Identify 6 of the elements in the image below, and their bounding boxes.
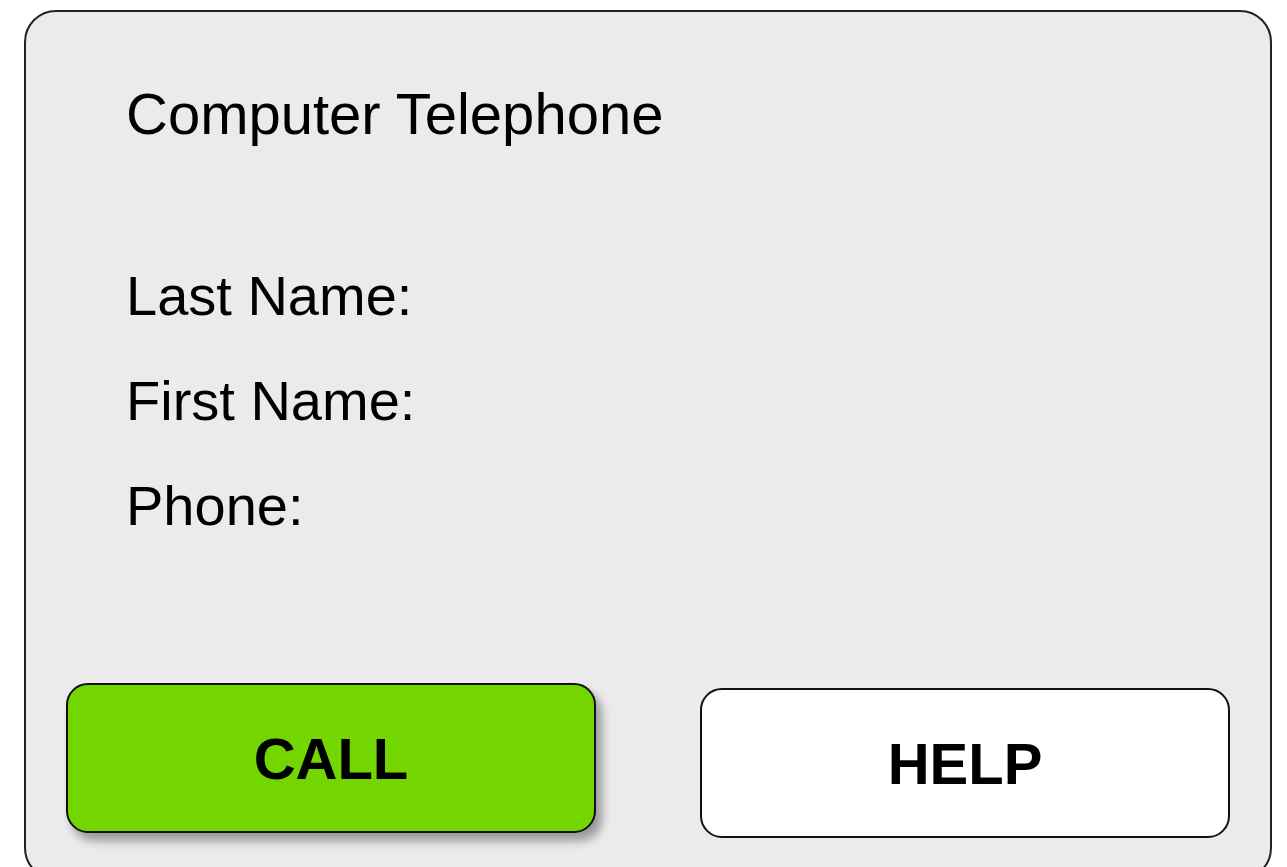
- field-label: Last Name:: [126, 262, 413, 329]
- call-button[interactable]: CALL: [66, 683, 596, 833]
- field-label: Phone:: [126, 473, 304, 540]
- dialog-title: Computer Telephone: [126, 82, 665, 146]
- field-label: First Name:: [126, 368, 416, 434]
- help-button[interactable]: HELP: [700, 688, 1230, 838]
